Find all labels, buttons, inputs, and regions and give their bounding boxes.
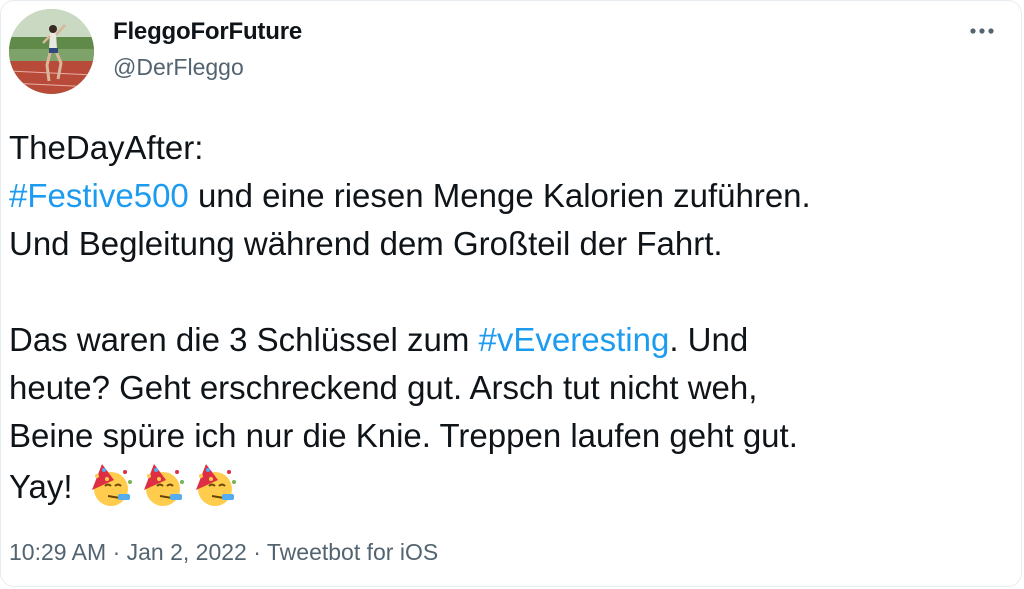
tweet-line: TheDayAfter: [9, 124, 1009, 172]
display-name[interactable]: FleggoForFuture [113, 18, 302, 46]
tweet-line: Yay! [9, 460, 1009, 508]
partying-face-icon [84, 460, 134, 510]
tweet-metadata: 10:29 AM · Jan 2, 2022 · Tweetbot for iO… [9, 539, 438, 566]
tweet-date[interactable]: Jan 2, 2022 [127, 539, 247, 565]
tweet-line: Beine spüre ich nur die Knie. Treppen la… [9, 412, 1009, 460]
runner-photo-avatar-icon [9, 9, 94, 94]
tweet-text-segment: Beine spüre ich nur die Knie. Treppen la… [9, 417, 798, 454]
tweet-time[interactable]: 10:29 AM [9, 539, 106, 565]
tweet-text-segment: Das waren die 3 Schlüssel zum [9, 321, 479, 358]
tweet-text: TheDayAfter: #Festive500 und eine riesen… [9, 124, 1009, 508]
more-dots-icon [970, 28, 994, 34]
tweet-text-segment: . Und [669, 321, 749, 358]
meta-separator: · [106, 539, 127, 565]
tweet-line: heute? Geht erschreckend gut. Arsch tut … [9, 364, 1009, 412]
hashtag-link[interactable]: #Festive500 [9, 177, 189, 214]
hashtag-link[interactable]: #vEveresting [479, 321, 670, 358]
user-handle[interactable]: @DerFleggo [113, 54, 244, 81]
tweet-line: #Festive500 und eine riesen Menge Kalori… [9, 172, 1009, 220]
tweet-line: Das waren die 3 Schlüssel zum #vEveresti… [9, 316, 1009, 364]
tweet-text-segment: TheDayAfter: [9, 129, 204, 166]
tweet-text-segment: und eine riesen Menge Kalorien zuführen. [188, 177, 811, 214]
partying-face-icon [136, 460, 186, 510]
more-options-button[interactable] [965, 21, 999, 41]
tweet-source[interactable]: Tweetbot for iOS [267, 539, 438, 565]
tweet-text-segment: Und Begleitung während dem Großteil der … [9, 225, 723, 262]
partying-face-icon [188, 460, 238, 510]
tweet-text-segment: heute? Geht erschreckend gut. Arsch tut … [9, 369, 758, 406]
tweet-line: Und Begleitung während dem Großteil der … [9, 220, 1009, 268]
meta-separator: · [246, 539, 267, 565]
avatar[interactable] [9, 9, 94, 94]
tweet-text-segment: Yay! [9, 468, 73, 505]
tweet-card: FleggoForFuture @DerFleggo TheDayAfter: … [0, 0, 1022, 587]
